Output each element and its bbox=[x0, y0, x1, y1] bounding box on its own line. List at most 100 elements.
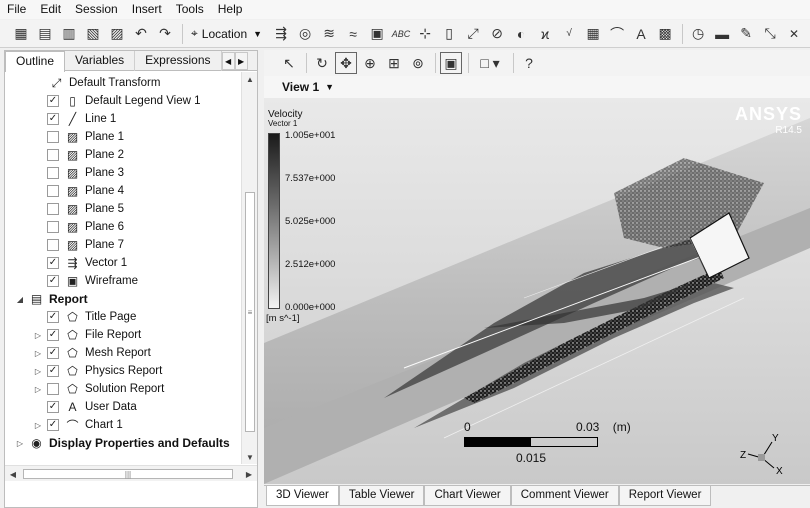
variable-icon[interactable]: ϰ bbox=[534, 23, 556, 45]
visibility-checkbox[interactable]: ✓ bbox=[47, 95, 59, 107]
view-selector[interactable]: View 1 ▼ bbox=[264, 76, 810, 98]
tab-3d-viewer[interactable]: 3D Viewer bbox=[266, 486, 339, 506]
tab-report-viewer[interactable]: Report Viewer bbox=[618, 486, 712, 506]
scrollbar-thumb[interactable]: ||| bbox=[23, 469, 233, 479]
help-icon[interactable]: ? bbox=[518, 52, 540, 74]
visibility-checkbox[interactable]: ✓ bbox=[47, 257, 59, 269]
toggle-view-icon[interactable]: ▣ bbox=[440, 52, 462, 74]
tree-item[interactable]: ▨ Plane 3 bbox=[33, 164, 124, 182]
fit-view-icon[interactable]: ⊚ bbox=[407, 52, 429, 74]
scrollbar-thumb[interactable]: ≡ bbox=[245, 192, 255, 432]
visibility-checkbox[interactable] bbox=[47, 383, 59, 395]
visibility-checkbox[interactable]: ✓ bbox=[47, 401, 59, 413]
visibility-checkbox[interactable] bbox=[47, 221, 59, 233]
viewport-layout-icon[interactable]: □ ▾ bbox=[473, 52, 507, 74]
visibility-checkbox[interactable]: ✓ bbox=[47, 329, 59, 341]
collapse-icon[interactable]: ◢ bbox=[15, 295, 25, 304]
import-icon[interactable]: ▨ bbox=[106, 23, 128, 45]
expression-icon[interactable]: √ bbox=[558, 23, 580, 45]
save-state-icon[interactable]: ▥ bbox=[58, 23, 80, 45]
close-icon[interactable]: ✕ bbox=[783, 23, 805, 45]
expand-icon[interactable]: ▷ bbox=[33, 421, 43, 430]
zoom-box-icon[interactable]: ⊞ bbox=[383, 52, 405, 74]
figure-icon[interactable]: ▩ bbox=[654, 23, 676, 45]
tree-item[interactable]: ▨ Plane 1 bbox=[33, 128, 124, 146]
scroll-left-icon[interactable]: ◀ bbox=[5, 467, 21, 481]
tree-item[interactable]: ✓ A User Data bbox=[33, 398, 137, 416]
tree-item[interactable]: ✓ ▣ Wireframe bbox=[33, 272, 138, 290]
expand-icon[interactable]: ▷ bbox=[33, 385, 43, 394]
menu-session[interactable]: Session bbox=[68, 0, 125, 19]
visibility-checkbox[interactable]: ✓ bbox=[47, 347, 59, 359]
legend-icon[interactable]: ▯ bbox=[438, 23, 460, 45]
tree-item[interactable]: ▷ ✓ ⬠ Physics Report bbox=[33, 362, 162, 380]
tab-table-viewer[interactable]: Table Viewer bbox=[338, 486, 425, 506]
scroll-up-icon[interactable]: ▲ bbox=[242, 72, 258, 86]
quick-editor-icon[interactable]: ✎ bbox=[735, 23, 757, 45]
visibility-checkbox[interactable] bbox=[47, 131, 59, 143]
streamline-icon[interactable]: ≋ bbox=[318, 23, 340, 45]
tree-item[interactable]: ▨ Plane 2 bbox=[33, 146, 124, 164]
vertical-scrollbar[interactable]: ▲ ≡ ▼ bbox=[241, 72, 257, 464]
tree-item[interactable]: ✓ ╱ Line 1 bbox=[33, 110, 116, 128]
rotate-icon[interactable]: ↻ bbox=[311, 52, 333, 74]
tree-item[interactable]: ◢ ▤ Report bbox=[15, 290, 88, 308]
tab-expressions[interactable]: Expressions bbox=[135, 51, 222, 71]
tab-scroll-left-icon[interactable]: ◀ bbox=[221, 52, 235, 70]
comment-icon[interactable]: A bbox=[630, 23, 652, 45]
select-icon[interactable]: ↖ bbox=[278, 52, 300, 74]
expand-icon[interactable]: ▷ bbox=[33, 349, 43, 358]
tree-item[interactable]: ▷ ✓ ⌒ Chart 1 bbox=[33, 416, 123, 434]
tab-outline[interactable]: Outline bbox=[5, 51, 66, 72]
tree-item[interactable]: ✓ ▯ Default Legend View 1 bbox=[33, 92, 201, 110]
pan-icon[interactable]: ✥ bbox=[335, 52, 357, 74]
menu-help[interactable]: Help bbox=[211, 0, 250, 19]
redo-icon[interactable]: ↷ bbox=[154, 23, 176, 45]
menu-insert[interactable]: Insert bbox=[125, 0, 169, 19]
color-map-icon[interactable]: ◐ bbox=[510, 23, 532, 45]
transform-icon[interactable]: ⤢ bbox=[462, 23, 484, 45]
volume-render-icon[interactable]: ≈ bbox=[342, 23, 364, 45]
location-dropdown[interactable]: ⌖ Location ▼ bbox=[187, 23, 266, 45]
tab-chart-viewer[interactable]: Chart Viewer bbox=[424, 486, 511, 506]
menu-edit[interactable]: Edit bbox=[33, 0, 68, 19]
visibility-checkbox[interactable]: ✓ bbox=[47, 113, 59, 125]
new-icon[interactable]: ▦ bbox=[10, 23, 32, 45]
chart-icon[interactable]: ⌒ bbox=[606, 23, 628, 45]
clip-plane-icon[interactable]: ⊘ bbox=[486, 23, 508, 45]
horizontal-scrollbar[interactable]: ◀ ||| ▶ bbox=[5, 465, 257, 481]
tree-item[interactable]: ▨ Plane 5 bbox=[33, 200, 124, 218]
tab-comment-viewer[interactable]: Comment Viewer bbox=[510, 486, 619, 506]
3d-viewport[interactable]: Velocity Vector 1 1.005e+001 7.537e+000 … bbox=[264, 98, 810, 484]
table-icon[interactable]: ▦ bbox=[582, 23, 604, 45]
text-icon[interactable]: ABC bbox=[390, 23, 412, 45]
scroll-right-icon[interactable]: ▶ bbox=[241, 467, 257, 481]
vector-icon[interactable]: ⇶ bbox=[270, 23, 292, 45]
tree-item[interactable]: ▨ Plane 7 bbox=[33, 236, 124, 254]
tree-item[interactable]: ✓ ⇶ Vector 1 bbox=[33, 254, 127, 272]
tab-variables[interactable]: Variables bbox=[65, 51, 136, 71]
tree-item[interactable]: ✓ ⬠ Title Page bbox=[33, 308, 136, 326]
visibility-checkbox[interactable]: ✓ bbox=[47, 365, 59, 377]
tree-item[interactable]: ▨ Plane 4 bbox=[33, 182, 124, 200]
scroll-down-icon[interactable]: ▼ bbox=[242, 450, 258, 464]
zoom-icon[interactable]: ⊕ bbox=[359, 52, 381, 74]
visibility-checkbox[interactable] bbox=[47, 239, 59, 251]
visibility-checkbox[interactable]: ✓ bbox=[47, 275, 59, 287]
contour-icon[interactable]: ◎ bbox=[294, 23, 316, 45]
menu-tools[interactable]: Tools bbox=[169, 0, 211, 19]
undo-icon[interactable]: ↶ bbox=[130, 23, 152, 45]
visibility-checkbox[interactable] bbox=[47, 203, 59, 215]
expand-icon[interactable]: ▷ bbox=[33, 367, 43, 376]
tab-scroll-right-icon[interactable]: ▶ bbox=[234, 52, 248, 70]
visibility-checkbox[interactable]: ✓ bbox=[47, 311, 59, 323]
tree-item[interactable]: ⤢ Default Transform bbox=[49, 74, 161, 92]
timestep-icon[interactable]: ◷ bbox=[687, 23, 709, 45]
tree-item[interactable]: ▷ ⬠ Solution Report bbox=[33, 380, 164, 398]
visibility-checkbox[interactable]: ✓ bbox=[47, 419, 59, 431]
menu-file[interactable]: File bbox=[0, 0, 33, 19]
tree-item[interactable]: ▷ ✓ ⬠ File Report bbox=[33, 326, 141, 344]
tree-item[interactable]: ▷ ✓ ⬠ Mesh Report bbox=[33, 344, 151, 362]
probe-icon[interactable]: ⤡ bbox=[759, 23, 781, 45]
visibility-checkbox[interactable] bbox=[47, 149, 59, 161]
